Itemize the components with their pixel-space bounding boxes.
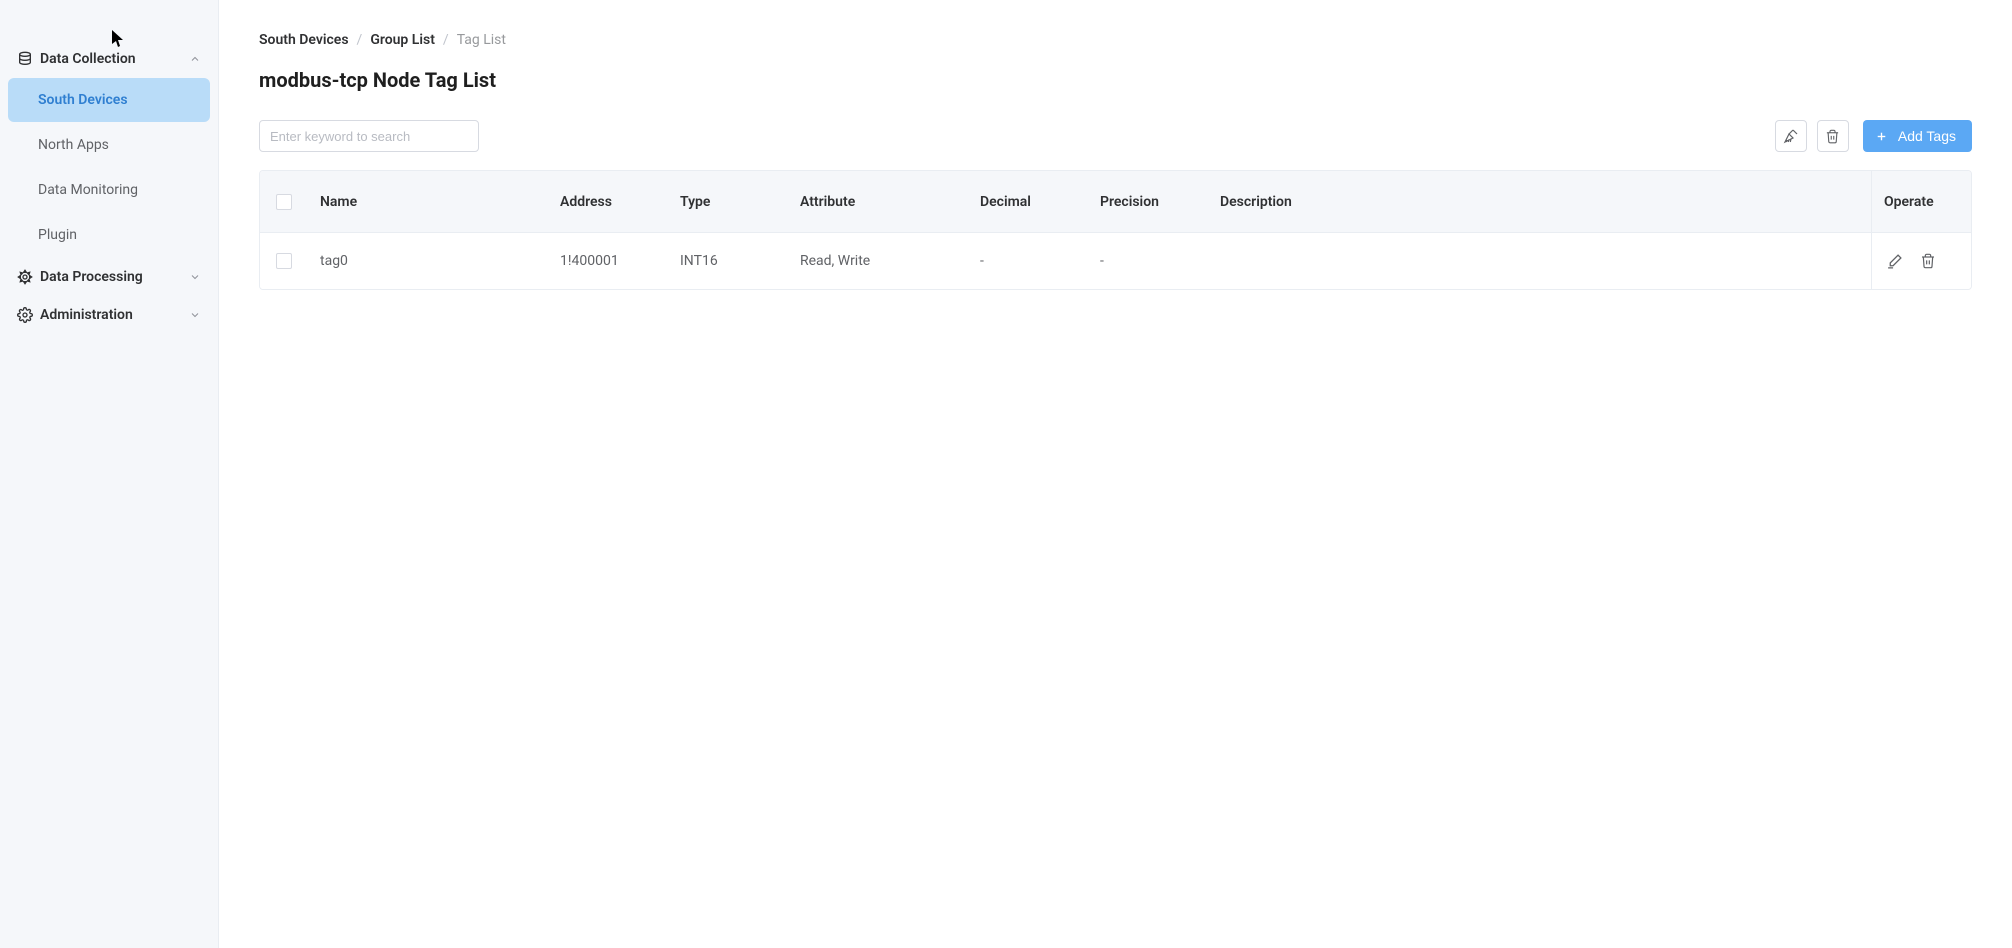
col-description: Description (1208, 194, 1871, 210)
trash-icon (1825, 129, 1840, 144)
sidebar: Data Collection South Devices North Apps… (0, 0, 219, 948)
main-content: South Devices / Group List / Tag List mo… (219, 0, 2012, 948)
row-checkbox[interactable] (276, 253, 292, 269)
trash-icon (1920, 253, 1936, 269)
broom-icon (1783, 128, 1799, 144)
breadcrumb-south-devices[interactable]: South Devices (259, 32, 349, 48)
toolbar: Add Tags (259, 120, 1972, 152)
database-icon (16, 50, 34, 68)
menu-section-data-processing[interactable]: Data Processing (8, 258, 210, 296)
delete-button[interactable] (1817, 120, 1849, 152)
menu-section-administration[interactable]: Administration (8, 296, 210, 334)
breadcrumb-tag-list: Tag List (457, 32, 506, 48)
cell-attribute: Read, Write (788, 253, 968, 269)
breadcrumb-separator: / (443, 32, 449, 48)
cell-name: tag0 (308, 253, 548, 269)
menu-section-label: Data Processing (40, 269, 143, 285)
table-header: Name Address Type Attribute Decimal Prec… (260, 171, 1971, 233)
pencil-icon (1886, 253, 1903, 270)
chevron-down-icon (188, 270, 202, 284)
sidebar-item-label: North Apps (38, 137, 109, 153)
add-tags-button[interactable]: Add Tags (1863, 120, 1972, 152)
chevron-up-icon (188, 52, 202, 66)
sidebar-item-plugin[interactable]: Plugin (8, 213, 210, 257)
sidebar-item-label: South Devices (38, 92, 128, 108)
col-decimal: Decimal (968, 194, 1088, 210)
select-all-checkbox[interactable] (276, 194, 292, 210)
search-input[interactable] (259, 120, 479, 152)
table-row: tag0 1!400001 INT16 Read, Write - - (260, 233, 1971, 289)
gear-icon (16, 306, 34, 324)
sidebar-item-label: Plugin (38, 227, 77, 243)
cell-precision: - (1088, 253, 1208, 269)
menu-section-label: Administration (40, 307, 133, 323)
breadcrumb-separator: / (357, 32, 363, 48)
plus-icon (1875, 130, 1888, 143)
cell-decimal: - (968, 253, 1088, 269)
breadcrumb-group-list[interactable]: Group List (370, 32, 435, 48)
col-attribute: Attribute (788, 194, 968, 210)
clear-button[interactable] (1775, 120, 1807, 152)
sidebar-item-north-apps[interactable]: North Apps (8, 123, 210, 167)
delete-row-button[interactable] (1918, 251, 1938, 271)
col-precision: Precision (1088, 194, 1208, 210)
chevron-down-icon (188, 308, 202, 322)
breadcrumb: South Devices / Group List / Tag List (259, 32, 1972, 48)
edit-row-button[interactable] (1884, 251, 1904, 271)
page-title: modbus-tcp Node Tag List (259, 68, 1972, 92)
col-operate: Operate (1871, 171, 1971, 232)
sidebar-item-label: Data Monitoring (38, 182, 138, 198)
sidebar-item-south-devices[interactable]: South Devices (8, 78, 210, 122)
add-tags-label: Add Tags (1898, 128, 1956, 144)
cell-address: 1!400001 (548, 253, 668, 269)
col-type: Type (668, 194, 788, 210)
sidebar-item-data-monitoring[interactable]: Data Monitoring (8, 168, 210, 212)
cell-type: INT16 (668, 253, 788, 269)
menu-section-data-collection[interactable]: Data Collection (8, 40, 210, 78)
tag-table: Name Address Type Attribute Decimal Prec… (259, 170, 1972, 290)
menu-section-label: Data Collection (40, 51, 136, 67)
col-address: Address (548, 194, 668, 210)
processing-icon (16, 268, 34, 286)
col-name: Name (308, 194, 548, 210)
